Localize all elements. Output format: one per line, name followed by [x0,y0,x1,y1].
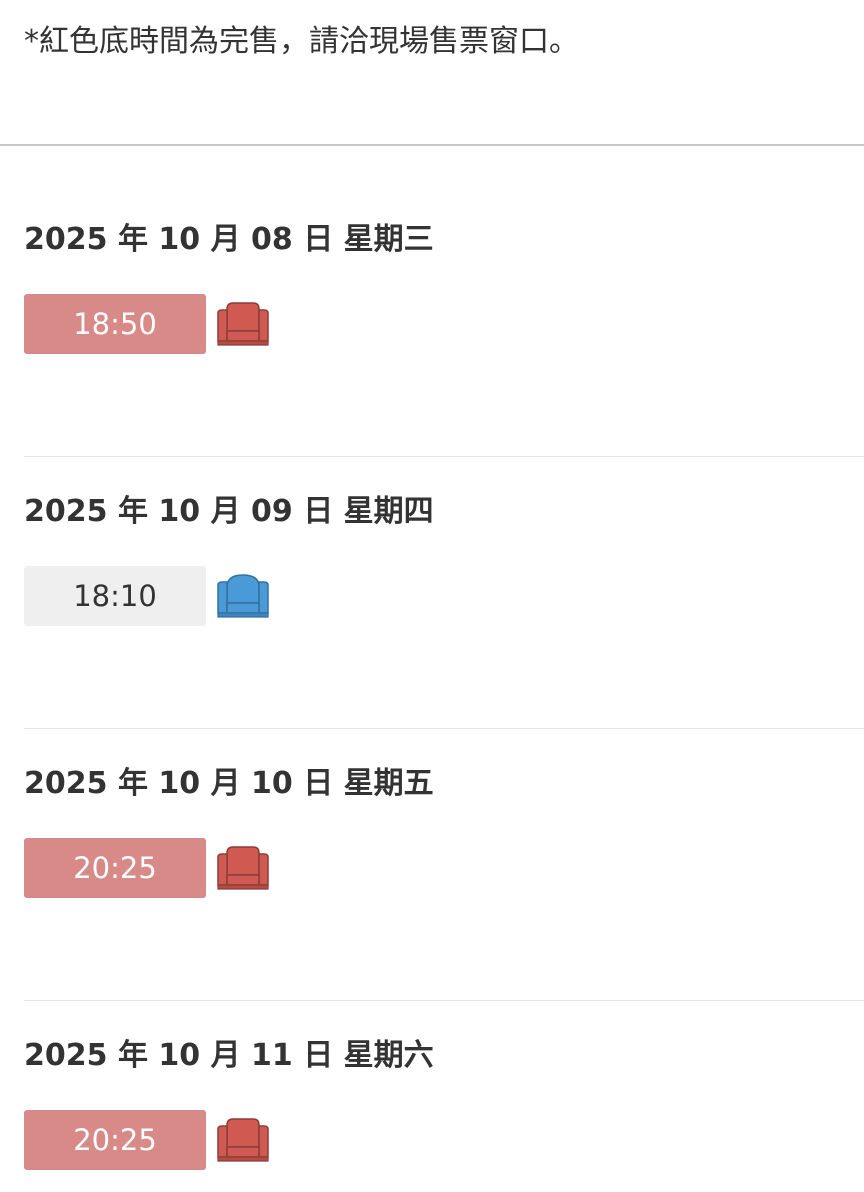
showtime-row: 18:10 [24,566,271,626]
showtime-page: *紅色底時間為完售，請洽現場售票窗口。 2025 年 10 月 08 日 星期三… [0,0,864,1192]
showtime-button[interactable]: 20:25 [24,1110,206,1170]
seat-soldout-icon [217,302,269,346]
day-section: 2025 年 10 月 11 日 星期六 20:25 [24,1036,864,1192]
day-section: 2025 年 10 月 09 日 星期四 18:10 [24,492,864,764]
seat-available-icon [217,574,269,618]
day-date: 2025 年 10 月 09 日 星期四 [24,494,434,529]
divider [24,1000,864,1001]
showtime-button[interactable]: 18:50 [24,294,206,354]
divider [24,456,864,457]
showtime-row: 20:25 [24,838,271,898]
day-section: 2025 年 10 月 10 日 星期五 20:25 [24,764,864,1036]
showtime-row: 20:25 [24,1110,271,1170]
seat-soldout-icon [217,846,269,890]
divider [0,144,864,146]
showtime-button[interactable]: 18:10 [24,566,206,626]
showtime-button[interactable]: 20:25 [24,838,206,898]
day-date: 2025 年 10 月 08 日 星期三 [24,222,434,257]
soldout-notice: *紅色底時間為完售，請洽現場售票窗口。 [24,24,579,59]
day-section: 2025 年 10 月 08 日 星期三 18:50 [24,220,864,492]
day-date: 2025 年 10 月 11 日 星期六 [24,1038,434,1073]
showtime-row: 18:50 [24,294,271,354]
day-date: 2025 年 10 月 10 日 星期五 [24,766,434,801]
divider [24,728,864,729]
seat-soldout-icon [217,1118,269,1162]
